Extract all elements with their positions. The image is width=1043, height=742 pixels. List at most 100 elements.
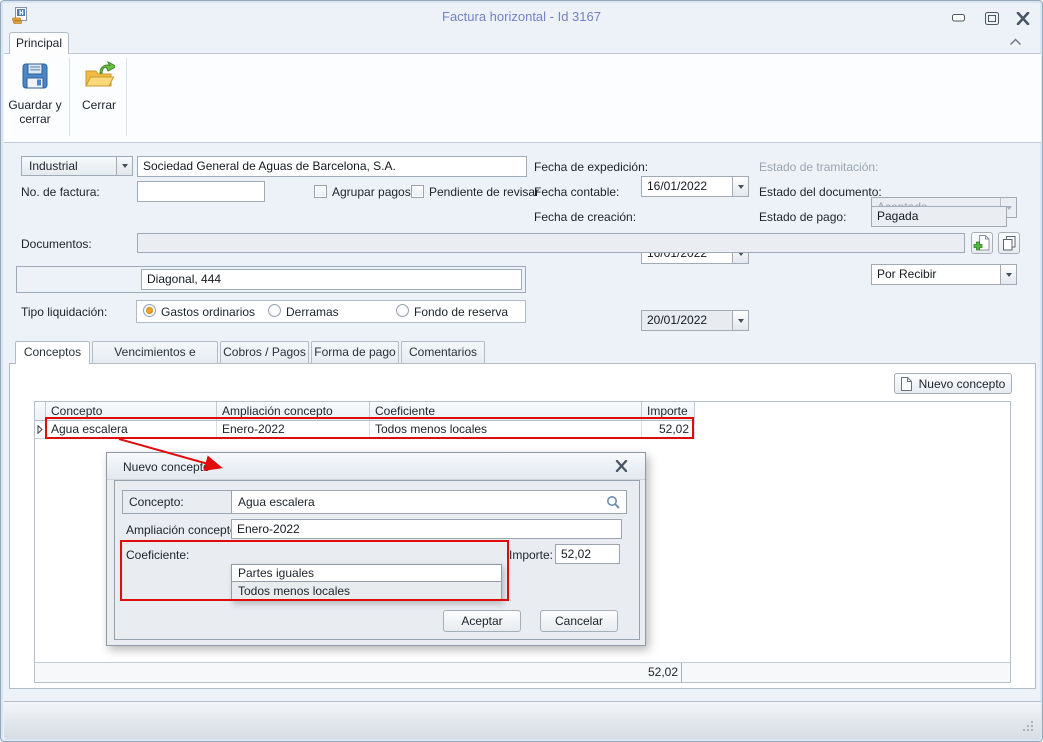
search-icon[interactable] bbox=[606, 495, 621, 510]
documentos-field[interactable] bbox=[137, 233, 965, 253]
radio-derramas[interactable] bbox=[268, 304, 281, 317]
row-indicator-cell bbox=[35, 421, 46, 439]
row-indicator-header bbox=[35, 402, 46, 421]
minimize-icon bbox=[952, 14, 965, 22]
fecha-contable-label: Fecha contable: bbox=[534, 185, 619, 199]
application-window: Factura horizontal - Id 3167 Principal bbox=[0, 0, 1043, 742]
fecha-creacion-field[interactable]: 20/01/2022 bbox=[641, 310, 749, 331]
tab-cobros-pagos[interactable]: Cobros / Pagos bbox=[220, 341, 309, 363]
radio-fondo-reserva[interactable] bbox=[396, 304, 409, 317]
pendiente-revisar-checkbox[interactable] bbox=[411, 185, 424, 198]
radio-gastos-ordinarios-label: Gastos ordinarios bbox=[161, 305, 255, 319]
ribbon-collapse-chevron-icon[interactable] bbox=[1009, 38, 1022, 46]
tab-conceptos[interactable]: Conceptos bbox=[15, 341, 90, 364]
comunidad-field[interactable]: Diagonal, 444 bbox=[141, 269, 522, 290]
current-row-arrow-icon bbox=[37, 425, 43, 434]
concepto-lookup[interactable]: Concepto: Agua escalera bbox=[122, 490, 627, 514]
radio-fondo-reserva-label: Fondo de reserva bbox=[414, 305, 508, 319]
estado-tramitacion-label: Estado de tramitación: bbox=[759, 160, 878, 174]
nuevo-concepto-dialog: Nuevo concepto Concepto: Agua escalera A… bbox=[106, 452, 646, 646]
tab-vencimientos-importes[interactable]: Vencimientos e importes bbox=[92, 341, 218, 363]
ampliacion-label: Ampliación concepto: bbox=[126, 523, 240, 537]
fecha-creacion-label: Fecha de creación: bbox=[534, 210, 636, 224]
chevron-down-icon bbox=[1006, 273, 1012, 277]
estado-pago-field: Pagada bbox=[871, 206, 1007, 227]
nuevo-concepto-button[interactable]: Nuevo concepto bbox=[894, 373, 1012, 394]
cell-ampliacion[interactable]: Enero-2022 bbox=[217, 421, 370, 439]
coeficiente-dropdown-list: Partes iguales Todos menos locales bbox=[231, 564, 502, 601]
radio-gastos-ordinarios[interactable] bbox=[143, 304, 156, 317]
maximize-button[interactable] bbox=[981, 9, 1003, 27]
dropdown-button[interactable] bbox=[116, 157, 132, 175]
grid-header-row: Concepto Ampliación concepto Coeficiente… bbox=[35, 402, 1010, 421]
status-bar bbox=[4, 701, 1041, 739]
summary-importe-total: 52,02 bbox=[642, 663, 682, 683]
ribbon-tab-principal[interactable]: Principal bbox=[9, 32, 69, 54]
fecha-expedicion-field[interactable]: 16/01/2022 bbox=[641, 176, 749, 197]
add-document-icon bbox=[973, 234, 991, 252]
tab-comentarios[interactable]: Comentarios bbox=[401, 341, 485, 363]
no-factura-input[interactable] bbox=[137, 181, 265, 202]
concepto-label: Concepto: bbox=[123, 491, 232, 513]
importe-label: Importe: bbox=[509, 548, 553, 562]
tipo-proveedor-combo[interactable]: Industrial bbox=[21, 156, 133, 176]
chevron-down-icon bbox=[738, 185, 744, 189]
cell-concepto[interactable]: Agua escalera bbox=[46, 421, 217, 439]
estado-pago-label: Estado de pago: bbox=[759, 210, 846, 224]
chevron-down-icon bbox=[738, 319, 744, 323]
dropdown-option-todos-menos-locales[interactable]: Todos menos locales bbox=[232, 582, 501, 600]
fecha-expedicion-value: 16/01/2022 bbox=[647, 179, 707, 193]
estado-documento-label: Estado del documento: bbox=[759, 185, 882, 199]
no-factura-label: No. de factura: bbox=[21, 185, 100, 199]
close-folder-icon bbox=[83, 60, 115, 92]
dialog-close-button[interactable] bbox=[615, 460, 628, 472]
column-header-concepto[interactable]: Concepto bbox=[46, 402, 217, 421]
cell-importe[interactable]: 52,02 bbox=[642, 421, 695, 439]
maximize-icon bbox=[985, 12, 999, 25]
dropdown-button[interactable] bbox=[732, 311, 748, 330]
cancelar-button[interactable]: Cancelar bbox=[540, 610, 618, 632]
add-document-button[interactable] bbox=[971, 232, 993, 254]
estado-documento-value: Por Recibir bbox=[877, 267, 936, 281]
title-bar: Factura horizontal - Id 3167 bbox=[1, 1, 1042, 31]
documentos-label: Documentos: bbox=[21, 237, 92, 251]
ribbon-body: Guardar y cerrar Cerrar bbox=[4, 53, 1041, 143]
fecha-expedicion-label: Fecha de expedición: bbox=[534, 160, 648, 174]
column-header-ampliacion[interactable]: Ampliación concepto bbox=[217, 402, 370, 421]
copy-icon bbox=[1001, 235, 1017, 251]
save-and-close-button[interactable]: Guardar y cerrar bbox=[7, 56, 63, 138]
proveedor-field[interactable]: Sociedad General de Aguas de Barcelona, … bbox=[137, 156, 527, 177]
estado-documento-field[interactable]: Por Recibir bbox=[871, 264, 1017, 285]
table-row[interactable]: Agua escalera Enero-2022 Todos menos loc… bbox=[35, 421, 1010, 439]
minimize-button[interactable] bbox=[947, 9, 969, 27]
close-icon bbox=[615, 460, 628, 472]
cerrar-button[interactable]: Cerrar bbox=[75, 56, 123, 138]
tab-forma-pago[interactable]: Forma de pago bbox=[311, 341, 399, 363]
resize-grip[interactable] bbox=[1023, 721, 1035, 733]
chevron-down-icon bbox=[122, 164, 128, 168]
agrupar-pagos-checkbox[interactable] bbox=[314, 185, 327, 198]
column-header-importe[interactable]: Importe bbox=[642, 402, 695, 421]
close-button[interactable] bbox=[1012, 9, 1034, 27]
ribbon-separator bbox=[69, 58, 70, 136]
pendiente-revisar-label: Pendiente de revisar bbox=[429, 185, 539, 199]
dialog-title: Nuevo concepto bbox=[123, 460, 210, 474]
concepto-value[interactable]: Agua escalera bbox=[238, 491, 315, 513]
grid-summary-row: 52,02 bbox=[35, 662, 1010, 682]
dropdown-option-partes-iguales[interactable]: Partes iguales bbox=[232, 565, 501, 582]
column-header-coeficiente[interactable]: Coeficiente bbox=[370, 402, 642, 421]
tipo-liquidacion-label: Tipo liquidación: bbox=[21, 305, 107, 319]
importe-input[interactable]: 52,02 bbox=[555, 544, 620, 564]
new-document-icon bbox=[901, 377, 912, 391]
agrupar-pagos-label: Agrupar pagos bbox=[332, 185, 411, 199]
coeficiente-label: Coeficiente: bbox=[126, 548, 189, 562]
copy-button[interactable] bbox=[998, 232, 1020, 254]
close-icon bbox=[1016, 12, 1030, 25]
cell-coeficiente[interactable]: Todos menos locales bbox=[370, 421, 642, 439]
ribbon-separator bbox=[126, 58, 127, 136]
ampliacion-input[interactable]: Enero-2022 bbox=[231, 519, 622, 539]
dropdown-button[interactable] bbox=[732, 177, 748, 196]
aceptar-button[interactable]: Aceptar bbox=[443, 610, 521, 632]
dropdown-button[interactable] bbox=[1000, 265, 1016, 284]
save-and-close-label: Guardar y cerrar bbox=[7, 98, 63, 126]
